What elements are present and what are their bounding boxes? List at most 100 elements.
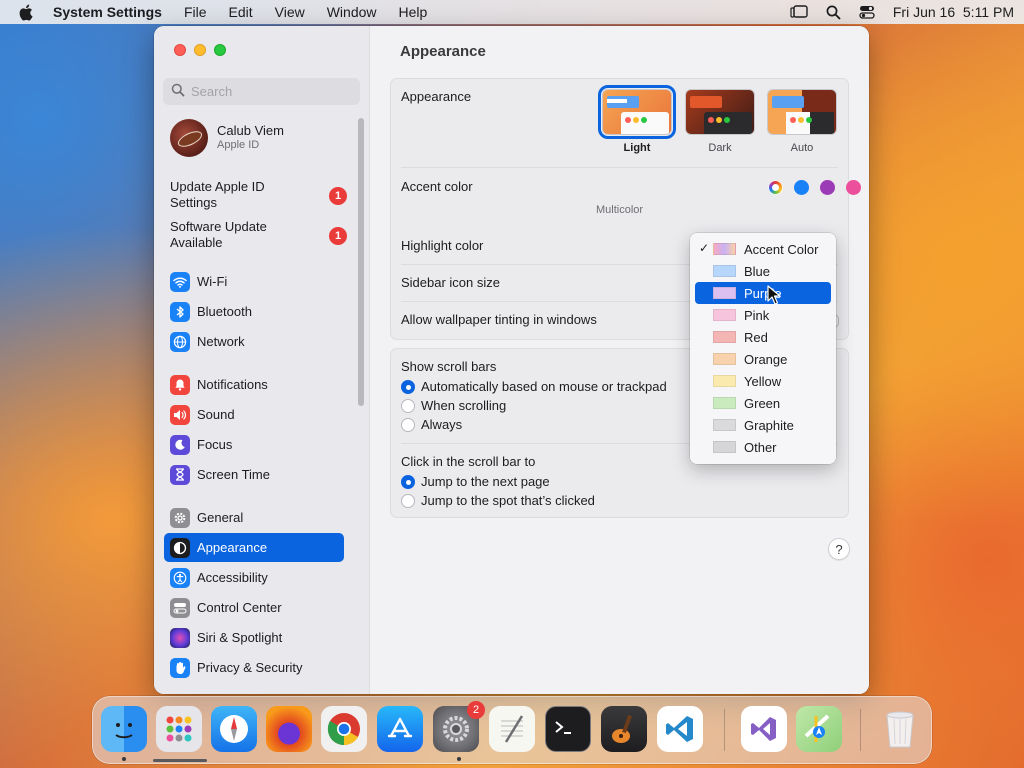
textedit-icon[interactable] (489, 706, 535, 752)
dock-separator (860, 709, 861, 751)
app-menu[interactable]: System Settings (53, 4, 162, 20)
light-label: Light (623, 142, 651, 154)
scroll-bars-always-option[interactable]: Always (401, 417, 462, 432)
terminal-icon[interactable] (545, 706, 591, 752)
menu-item-accent-color[interactable]: ✓ Accent Color (695, 238, 831, 260)
accent-purple-swatch[interactable] (820, 180, 835, 195)
menu-item-pink[interactable]: Pink (695, 304, 831, 326)
menu-file[interactable]: File (184, 4, 207, 20)
safari-icon[interactable] (211, 706, 257, 752)
menu-view[interactable]: View (275, 4, 305, 20)
sidebar-item-accessibility[interactable]: Accessibility (164, 563, 344, 592)
color-chip (713, 265, 736, 277)
sidebar-item-network[interactable]: Network (164, 327, 344, 356)
sidebar-item-wifi[interactable]: Wi-Fi (164, 267, 344, 296)
sidebar-item-screen-time[interactable]: Screen Time (164, 460, 344, 489)
color-chip (713, 353, 736, 365)
menubar-clock[interactable]: Fri Jun 16 5:11 PM (893, 4, 1014, 20)
menu-window[interactable]: Window (327, 4, 377, 20)
accent-multicolor-swatch[interactable] (768, 180, 783, 195)
chrome-icon[interactable] (321, 706, 367, 752)
sidebar-item-label: Focus (197, 437, 233, 452)
apple-menu-icon[interactable] (18, 4, 34, 21)
radio-button[interactable] (401, 493, 415, 508)
sidebar-item-sound[interactable]: Sound (164, 400, 344, 429)
color-chip (713, 331, 736, 343)
menu-item-graphite[interactable]: Graphite (695, 414, 831, 436)
radio-button[interactable] (401, 474, 415, 489)
scroll-bars-when-scrolling-option[interactable]: When scrolling (401, 398, 506, 413)
bluetooth-icon (170, 301, 190, 322)
search-input[interactable] (191, 84, 351, 99)
launchpad-icon[interactable] (156, 706, 202, 752)
color-chip (713, 419, 736, 431)
menu-item-green[interactable]: Green (695, 392, 831, 414)
profile-subtitle: Apple ID (217, 139, 260, 151)
firefox-icon[interactable] (266, 706, 312, 752)
zoom-window-button[interactable] (214, 44, 226, 56)
appearance-option-light[interactable]: Light (598, 85, 676, 154)
radio-button[interactable] (401, 398, 415, 413)
app-store-icon[interactable] (377, 706, 423, 752)
accent-pink-swatch[interactable] (846, 180, 861, 195)
control-center-icon[interactable] (859, 5, 875, 19)
sidebar-item-focus[interactable]: Focus (164, 430, 344, 459)
sidebar-item-general[interactable]: General (164, 503, 344, 532)
vscode-icon[interactable] (657, 706, 703, 752)
color-chip (713, 375, 736, 387)
spotlight-search-icon[interactable] (826, 5, 841, 20)
highlight-color-menu: ✓ Accent Color Blue Purple Pink Red Oran… (690, 233, 836, 464)
radio-label: When scrolling (421, 398, 507, 413)
software-update-notice[interactable]: Software Update Available 1 (170, 219, 350, 251)
menu-item-yellow[interactable]: Yellow (695, 370, 831, 392)
minimize-window-button[interactable] (194, 44, 206, 56)
finder-icon[interactable] (101, 706, 147, 752)
scroll-bars-automatic-option[interactable]: Automatically based on mouse or trackpad (401, 379, 667, 394)
garageband-icon[interactable] (601, 706, 647, 752)
appearance-option-dark[interactable]: Dark (685, 89, 755, 154)
sidebar-item-label: Notifications (197, 377, 268, 392)
menu-item-red[interactable]: Red (695, 326, 831, 348)
sidebar-item-notifications[interactable]: Notifications (164, 370, 344, 399)
sidebar-item-label: Network (197, 334, 245, 349)
accent-blue-swatch[interactable] (794, 180, 809, 195)
update-apple-id-notice[interactable]: Update Apple ID Settings 1 (170, 179, 350, 211)
menu-help[interactable]: Help (399, 4, 428, 20)
menu-edit[interactable]: Edit (229, 4, 253, 20)
radio-button[interactable] (401, 417, 415, 432)
mouse-pointer-icon (767, 285, 781, 308)
apple-id-profile[interactable]: Calub Viem Apple ID (170, 119, 284, 157)
sidebar-item-privacy-security[interactable]: Privacy & Security (164, 653, 344, 682)
menu-item-purple[interactable]: Purple (695, 282, 831, 304)
dock-running-indicator (122, 757, 126, 761)
dock-scroll-indicator (153, 759, 207, 762)
menu-item-other[interactable]: Other (695, 436, 831, 458)
appearance-label: Appearance (401, 89, 472, 104)
radio-button[interactable] (401, 379, 415, 394)
avatar (170, 119, 208, 157)
maps-icon[interactable] (796, 706, 842, 752)
sidebar: Calub Viem Apple ID Update Apple ID Sett… (154, 26, 370, 694)
sidebar-item-appearance[interactable]: Appearance (164, 533, 344, 562)
appearance-option-auto[interactable]: Auto (767, 89, 837, 154)
sidebar-item-bluetooth[interactable]: Bluetooth (164, 297, 344, 326)
menu-item-blue[interactable]: Blue (695, 260, 831, 282)
sidebar-item-label: Control Center (197, 600, 282, 615)
click-jump-to-spot-option[interactable]: Jump to the spot that’s clicked (401, 493, 595, 508)
sidebar-item-label: Bluetooth (197, 304, 252, 319)
click-jump-next-page-option[interactable]: Jump to the next page (401, 474, 550, 489)
bell-icon (170, 374, 190, 395)
sidebar-scrollbar[interactable] (358, 118, 364, 406)
visual-studio-icon[interactable] (741, 706, 787, 752)
close-window-button[interactable] (174, 44, 186, 56)
menu-item-label: Graphite (744, 417, 794, 433)
sidebar-item-siri-spotlight[interactable]: Siri & Spotlight (164, 623, 344, 652)
profile-name: Calub Viem (217, 123, 284, 138)
stage-manager-icon[interactable] (790, 5, 808, 19)
trash-icon[interactable] (877, 706, 923, 752)
sidebar-item-control-center[interactable]: Control Center (164, 593, 344, 622)
help-button[interactable]: ? (828, 538, 850, 560)
divider (401, 167, 838, 168)
dark-label: Dark (708, 142, 732, 154)
menu-item-orange[interactable]: Orange (695, 348, 831, 370)
